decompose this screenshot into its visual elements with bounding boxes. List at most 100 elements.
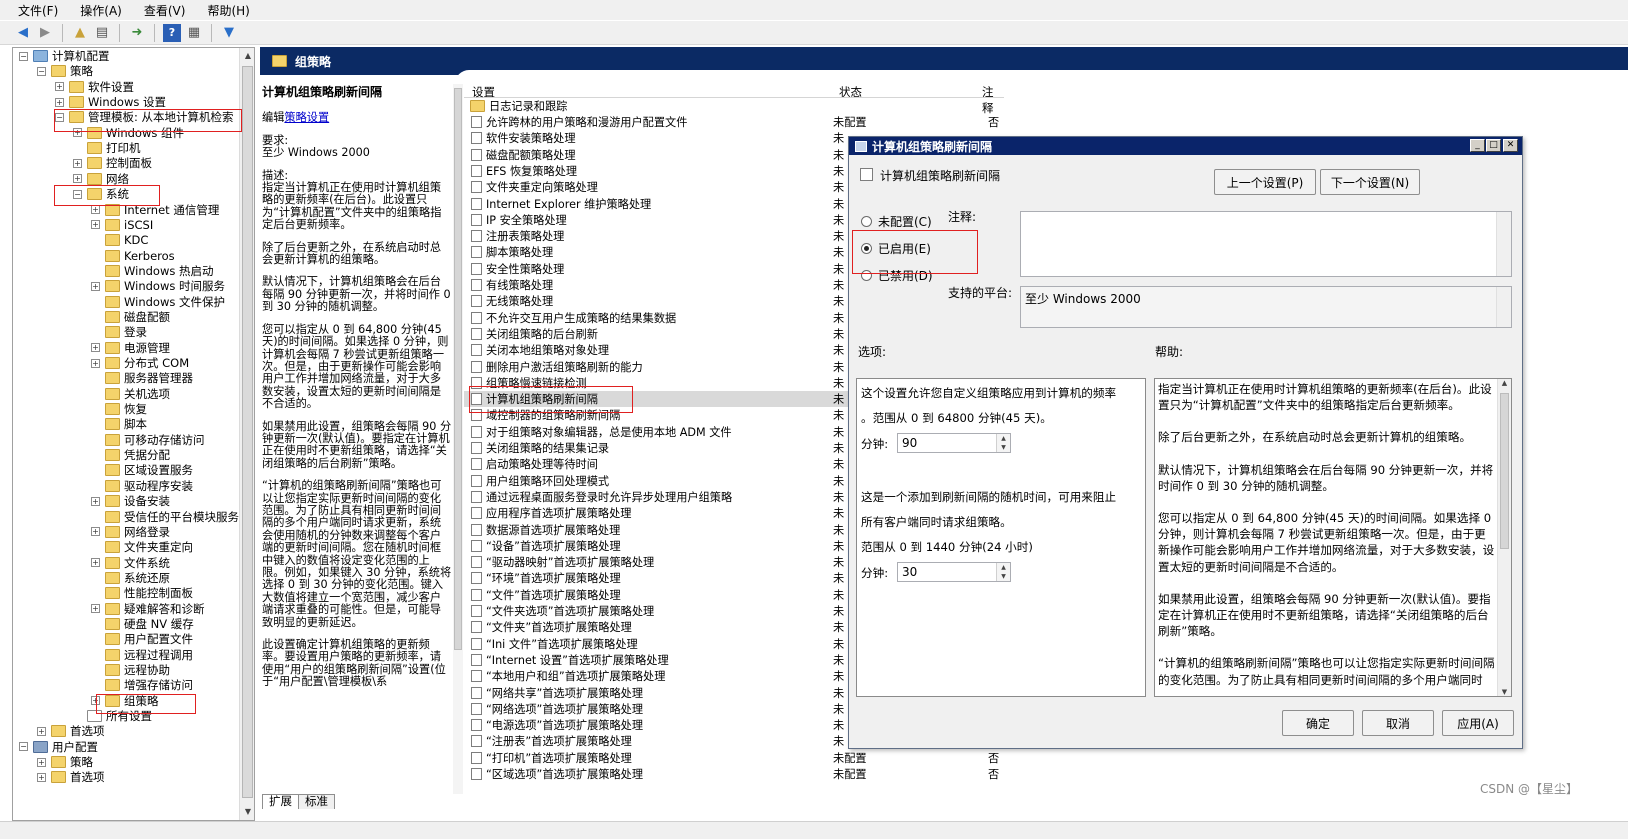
expand-icon[interactable]: + — [91, 220, 100, 230]
tree-node[interactable]: + 策略 — [37, 754, 93, 770]
next-setting-button[interactable]: 下一个设置(N) — [1320, 169, 1420, 195]
help-icon[interactable]: ? — [163, 23, 181, 42]
scroll-up-icon[interactable]: ▲ — [240, 48, 254, 64]
tree-node[interactable]: 远程协助 — [91, 662, 170, 678]
expand-icon[interactable]: + — [91, 558, 100, 568]
minimize-icon[interactable]: _ — [1470, 139, 1485, 152]
list-folder-row[interactable]: 日志记录和跟踪 — [464, 98, 1004, 114]
tree-node[interactable]: + Windows 时间服务 — [91, 278, 225, 294]
tree-node[interactable]: 关机选项 — [91, 386, 170, 402]
tree-node[interactable]: 恢复 — [91, 401, 147, 417]
setting-row[interactable]: 允许跨林的用户策略和漫游用户配置文件 未配置 否 — [464, 114, 1004, 130]
tree-node[interactable]: − 计算机配置 — [19, 48, 110, 64]
expand-icon[interactable]: + — [73, 174, 82, 184]
tree-node[interactable]: 打印机 — [73, 140, 141, 156]
tree-node[interactable]: − 用户配置 — [19, 739, 98, 755]
tree-node[interactable]: − 策略 — [37, 63, 93, 79]
tree-node[interactable]: + iSCSI — [91, 217, 153, 233]
tab-standard[interactable]: 标准 — [298, 794, 335, 809]
scroll-thumb[interactable] — [454, 88, 462, 650]
help-scrollbar[interactable]: ▲ ▼ — [1497, 379, 1511, 696]
filter-icon[interactable]: ▼ — [220, 24, 238, 42]
export-list-icon[interactable]: ➜ — [128, 24, 146, 42]
menu-file[interactable]: 文件(F) — [18, 2, 58, 19]
comment-scrollbar[interactable] — [1496, 212, 1511, 276]
expand-icon[interactable]: + — [91, 281, 100, 291]
tree-node[interactable]: + 疑难解答和诊断 — [91, 601, 205, 617]
cancel-button[interactable]: 取消 — [1362, 710, 1434, 736]
tree-node[interactable]: 增强存储访问 — [91, 677, 193, 693]
ok-button[interactable]: 确定 — [1282, 710, 1354, 736]
expand-icon[interactable]: + — [37, 726, 46, 736]
tree-node[interactable]: Kerberos — [91, 248, 175, 264]
tree-node[interactable]: 脚本 — [91, 416, 147, 432]
tree-node[interactable]: 远程过程调用 — [91, 647, 193, 663]
tree-node[interactable]: + 首选项 — [37, 723, 105, 739]
spinner-arrows-icon[interactable]: ▲ ▼ — [996, 434, 1010, 452]
tree-node[interactable]: 硬盘 NV 缓存 — [91, 616, 194, 632]
random-minutes-input[interactable]: 30 ▲ ▼ — [897, 562, 1011, 582]
expand-icon[interactable]: + — [91, 343, 100, 353]
tree-node[interactable]: KDC — [91, 232, 148, 248]
tree-node[interactable]: 可移动存储访问 — [91, 432, 205, 448]
tree-node[interactable]: + 软件设置 — [55, 79, 134, 95]
refresh-minutes-input[interactable]: 90 ▲ ▼ — [897, 433, 1011, 453]
setting-row[interactable]: “区域选项”首选项扩展策略处理 未配置 否 — [464, 766, 1004, 782]
spinner-arrows-icon[interactable]: ▲ ▼ — [996, 563, 1010, 581]
tree-node[interactable]: Windows 文件保护 — [91, 294, 225, 310]
expand-icon[interactable]: + — [55, 97, 64, 107]
console-tree[interactable]: − 计算机配置 − 策略 + 软件设置 + Windows 设置 − 管理模板: 从本地计算机检索… — [12, 47, 255, 821]
setting-row[interactable]: “打印机”首选项扩展策略处理 未配置 否 — [464, 750, 1004, 766]
tree-node[interactable]: 系统还原 — [91, 570, 170, 586]
tree-node[interactable]: Windows 热启动 — [91, 263, 214, 279]
expand-icon[interactable]: + — [91, 496, 100, 506]
tree-node[interactable]: 凭据分配 — [91, 447, 170, 463]
tree-node[interactable]: + 首选项 — [37, 769, 105, 785]
expand-icon[interactable]: + — [91, 358, 100, 368]
scroll-down-icon[interactable]: ▼ — [240, 804, 254, 820]
close-icon[interactable]: ✕ — [1503, 139, 1518, 152]
description-scrollbar[interactable] — [453, 84, 463, 794]
tree-node[interactable]: + 控制面板 — [73, 155, 152, 171]
back-arrow-icon[interactable]: ◀ — [14, 24, 32, 42]
platform-scrollbar[interactable] — [1496, 287, 1511, 327]
expand-icon[interactable]: + — [37, 757, 46, 767]
tree-node[interactable]: 磁盘配额 — [91, 309, 170, 325]
tree-node[interactable]: 驱动程序安装 — [91, 478, 193, 494]
collapse-icon[interactable]: − — [19, 51, 28, 61]
forward-arrow-icon[interactable]: ▶ — [36, 24, 54, 42]
menu-action[interactable]: 操作(A) — [80, 2, 122, 19]
tree-node[interactable]: + 网络登录 — [91, 524, 170, 540]
expand-icon[interactable]: + — [55, 82, 64, 92]
tab-extended[interactable]: 扩展 — [262, 794, 299, 809]
scroll-thumb[interactable] — [242, 66, 253, 798]
apply-button[interactable]: 应用(A) — [1442, 710, 1514, 736]
tree-node[interactable]: + 文件系统 — [91, 555, 170, 571]
tree-node[interactable]: 文件夹重定向 — [91, 539, 193, 555]
tree-node[interactable]: + 设备安装 — [91, 493, 170, 509]
tree-node[interactable]: + Windows 设置 — [55, 94, 166, 110]
menu-view[interactable]: 查看(V) — [144, 2, 186, 19]
collapse-icon[interactable]: − — [37, 66, 46, 76]
menu-help[interactable]: 帮助(H) — [207, 2, 249, 19]
scroll-thumb[interactable] — [1500, 393, 1509, 549]
expand-icon[interactable]: + — [91, 205, 100, 214]
previous-setting-button[interactable]: 上一个设置(P) — [1214, 169, 1316, 195]
tree-node[interactable]: 区域设置服务 — [91, 462, 193, 478]
tree-node[interactable]: 用户配置文件 — [91, 631, 193, 647]
tree-node[interactable]: 登录 — [91, 324, 147, 340]
tree-node[interactable]: + 电源管理 — [91, 340, 170, 356]
up-folder-icon[interactable]: ▲ — [71, 24, 89, 42]
edit-policy-link[interactable]: 策略设置 — [284, 111, 329, 124]
tree-node[interactable]: 性能控制面板 — [91, 585, 193, 601]
maximize-icon[interactable]: □ — [1486, 139, 1501, 152]
tree-node[interactable]: 受信任的平台模块服务 — [91, 509, 239, 525]
comment-field[interactable] — [1020, 211, 1512, 277]
collapse-icon[interactable]: − — [19, 742, 28, 752]
radio-not-configured[interactable]: 未配置(C) — [861, 213, 932, 230]
tree-node[interactable]: 服务器管理器 — [91, 370, 193, 386]
show-hide-tree-icon[interactable]: ▤ — [93, 24, 111, 42]
expand-icon[interactable]: + — [91, 527, 100, 537]
expand-icon[interactable]: + — [91, 604, 100, 614]
expand-icon[interactable]: + — [73, 158, 82, 168]
